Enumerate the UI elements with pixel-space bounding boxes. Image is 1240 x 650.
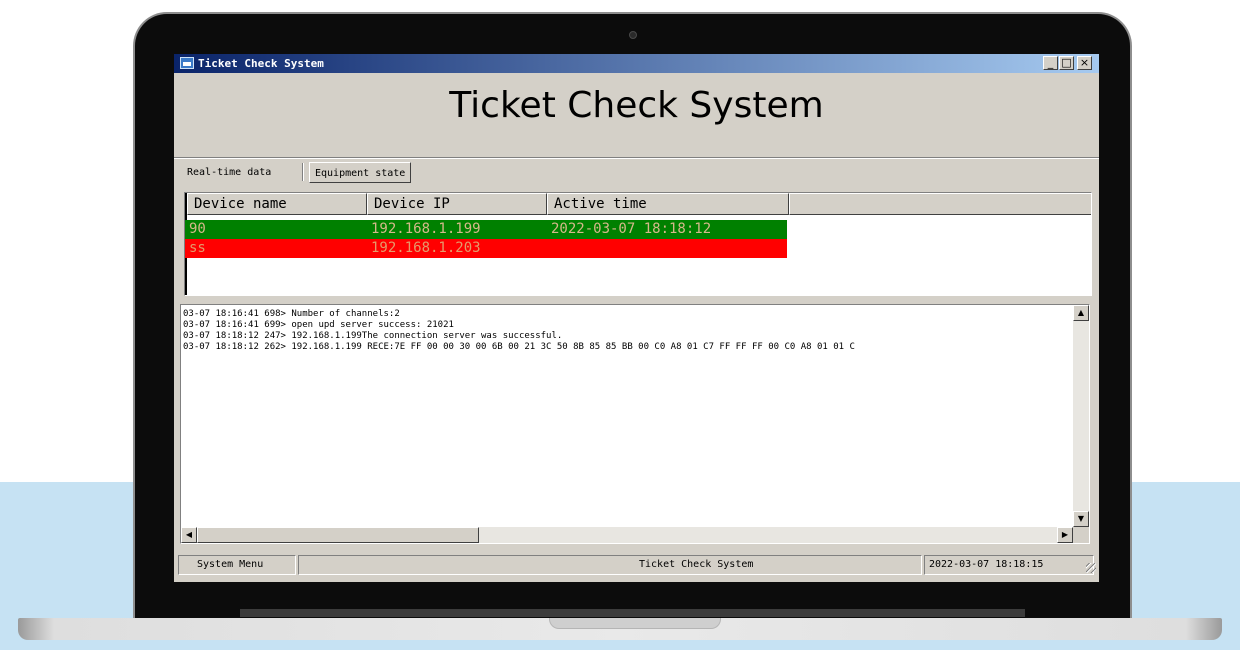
device-ip-cell: 192.168.1.199	[371, 221, 481, 237]
log-panel[interactable]: 03-07 18:16:41 698> Number of channels:2…	[180, 304, 1090, 544]
status-datetime: 2022-03-07 18:18:15	[924, 555, 1094, 575]
tab-real-time-data[interactable]: Real-time data	[182, 162, 276, 183]
vertical-scrollbar[interactable]: ▲ ▼	[1073, 305, 1089, 527]
scroll-left-icon[interactable]: ◀	[181, 527, 197, 543]
horizontal-scroll-thumb[interactable]	[197, 527, 479, 543]
device-list-header: Device name Device IP Active time	[185, 193, 1091, 215]
log-line: 03-07 18:18:12 247> 192.168.1.199The con…	[183, 331, 563, 341]
webcam	[629, 31, 637, 39]
system-menu-button[interactable]: System Menu	[178, 555, 296, 575]
table-row[interactable]: 90 192.168.1.199 2022-03-07 18:18:12	[185, 220, 787, 239]
column-header-device-name[interactable]: Device name	[187, 193, 367, 215]
scroll-down-icon[interactable]: ▼	[1073, 511, 1089, 527]
minimize-button[interactable]: _	[1043, 56, 1058, 70]
column-header-active-time[interactable]: Active time	[547, 193, 789, 215]
laptop-base-notch	[549, 618, 721, 629]
scroll-corner	[1073, 527, 1089, 543]
app-icon	[180, 57, 194, 69]
maximize-button[interactable]: □	[1059, 56, 1074, 70]
laptop-hinge	[240, 609, 1025, 617]
title-bar[interactable]: Ticket Check System _ □ ×	[174, 54, 1099, 73]
log-line: 03-07 18:16:41 699> open upd server succ…	[183, 320, 454, 330]
device-name-cell: ss	[189, 240, 206, 256]
status-bar: System Menu Ticket Check System 2022-03-…	[174, 553, 1099, 577]
status-center-text: Ticket Check System	[298, 555, 922, 575]
close-button[interactable]: ×	[1077, 56, 1092, 70]
tab-equipment-state[interactable]: Equipment state	[309, 162, 412, 183]
column-header-filler	[789, 193, 1091, 215]
page-title: Ticket Check System	[449, 85, 824, 126]
app-window: Ticket Check System _ □ × Ticket Check S…	[174, 54, 1099, 582]
column-header-device-ip[interactable]: Device IP	[367, 193, 547, 215]
tab-divider	[302, 163, 304, 181]
device-list[interactable]: Device name Device IP Active time 90 192…	[184, 192, 1092, 296]
device-name-cell: 90	[189, 221, 206, 237]
table-row[interactable]: ss 192.168.1.203	[185, 239, 787, 258]
scroll-up-icon[interactable]: ▲	[1073, 305, 1089, 321]
active-time-cell: 2022-03-07 18:18:12	[551, 221, 712, 237]
device-ip-cell: 192.168.1.203	[371, 240, 481, 256]
resize-grip-icon[interactable]	[1086, 563, 1096, 573]
log-line: 03-07 18:16:41 698> Number of channels:2	[183, 309, 400, 319]
scroll-right-icon[interactable]: ▶	[1057, 527, 1073, 543]
header-divider	[174, 157, 1099, 159]
log-lines: 03-07 18:16:41 698> Number of channels:2…	[183, 309, 1073, 353]
horizontal-scrollbar[interactable]: ◀ ▶	[181, 527, 1073, 543]
window-title: Ticket Check System	[198, 57, 324, 70]
log-line: 03-07 18:18:12 262> 192.168.1.199 RECE:7…	[183, 342, 855, 352]
